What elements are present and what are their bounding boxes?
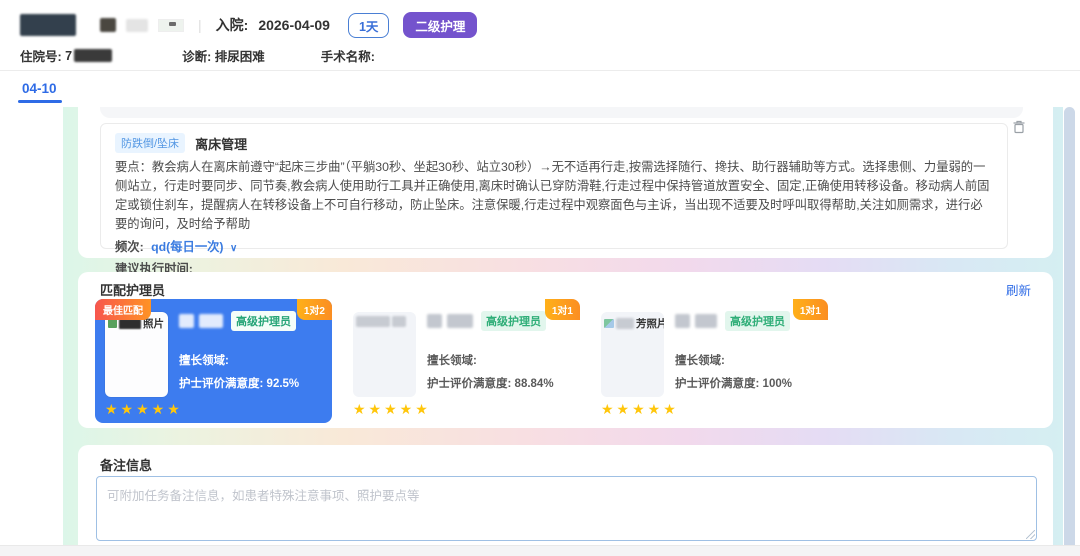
redacted-photo-name xyxy=(356,316,390,327)
match-section-header: 匹配护理员 刷新 xyxy=(100,280,1031,299)
task-category-tag: 防跌倒/坠床 xyxy=(115,133,185,153)
days-badge[interactable]: 1天 xyxy=(348,13,389,38)
best-match-ribbon: 最佳匹配 xyxy=(95,299,151,320)
remarks-section: 备注信息 xyxy=(78,445,1053,545)
caregiver-cards: 最佳匹配 1对2 照片 ★★★★★ 高级 xyxy=(95,299,828,423)
redacted-name-block xyxy=(447,314,473,328)
satisfaction-label: 护士评价满意度: xyxy=(179,378,263,390)
redacted-name-block xyxy=(179,314,194,328)
redacted-patient-info xyxy=(158,19,184,32)
frequency-value[interactable]: qd(每日一次) xyxy=(151,240,223,254)
refresh-button[interactable]: 刷新 xyxy=(1006,280,1031,299)
caregiver-photo: 芳照片 xyxy=(601,312,664,397)
expertise-label: 擅长领域: xyxy=(179,352,326,368)
frequency-label: 频次: xyxy=(115,240,144,254)
task-card-header: 防跌倒/坠床 离床管理 xyxy=(115,133,993,153)
tab-active-underline xyxy=(18,100,62,103)
admission-date: 2026-04-09 xyxy=(258,17,330,33)
expertise-label: 擅长领域: xyxy=(675,352,822,368)
header-divider: | xyxy=(198,17,202,33)
ratio-badge: 1对1 xyxy=(793,299,828,320)
diagnosis-value: 排尿困难 xyxy=(215,46,265,65)
redacted-photo-name xyxy=(119,319,141,329)
satisfaction-row: 护士评价满意度: 92.5% xyxy=(179,375,326,391)
surgery-label: 手术名称: xyxy=(321,46,375,65)
redacted-name-block xyxy=(675,314,690,328)
redacted-patient-gender xyxy=(100,18,116,32)
remarks-textarea[interactable] xyxy=(96,476,1037,541)
tab-04-10[interactable]: 04-10 xyxy=(22,81,57,96)
redacted-photo-name xyxy=(616,318,634,329)
match-section-title: 匹配护理员 xyxy=(100,280,165,299)
redacted-photo-name xyxy=(392,316,406,327)
redacted-patient-name xyxy=(20,14,76,36)
task-frequency-row: 频次: qd(每日一次) ∨ xyxy=(115,237,993,255)
caregiver-card[interactable]: 1对1 芳照片 ★★★★★ 高级护理员 xyxy=(591,299,828,423)
nursing-task-page: | 入院: 2026-04-09 1天 二级护理 住院号: 7 诊断: 排尿困难… xyxy=(0,0,1080,556)
textarea-resize-handle[interactable] xyxy=(1026,530,1035,539)
redacted-patient-age xyxy=(126,19,148,32)
caregiver-card[interactable]: 1对1 ★★★★★ 高级护理员 擅长领 xyxy=(343,299,580,423)
caregiver-level-tag: 高级护理员 xyxy=(231,311,296,331)
satisfaction-label: 护士评价满意度: xyxy=(427,378,511,390)
care-level-badge[interactable]: 二级护理 xyxy=(403,12,477,38)
task-section: 防跌倒/坠床 离床管理 要点：教会病人在离床前遵守“起床三步曲”（平躺30秒、坐… xyxy=(78,107,1053,258)
vertical-scrollbar[interactable] xyxy=(1064,107,1075,556)
redacted-name-block xyxy=(695,314,717,328)
caregiver-info: 高级护理员 擅长领域: 护士评价满意度: 100% xyxy=(675,312,822,391)
hospital-no-prefix: 7 xyxy=(65,49,72,63)
redacted-hospital-no xyxy=(74,49,112,62)
ratio-badge: 1对2 xyxy=(297,299,332,320)
redacted-name-block xyxy=(427,314,442,328)
caregiver-match-section: 匹配护理员 刷新 最佳匹配 1对2 照片 ★★★★★ xyxy=(78,272,1053,428)
diagnosis-label: 诊断: xyxy=(182,46,211,65)
redacted-photo-mark xyxy=(108,319,117,328)
caregiver-level-tag: 高级护理员 xyxy=(725,311,790,331)
satisfaction-value: 88.84% xyxy=(515,378,554,390)
hospital-no-label: 住院号: xyxy=(20,46,62,65)
task-card: 防跌倒/坠床 离床管理 要点：教会病人在离床前遵守“起床三步曲”（平躺30秒、坐… xyxy=(100,123,1008,249)
date-tabbar: 04-10 xyxy=(0,72,1080,107)
expertise-label: 擅长领域: xyxy=(427,352,574,368)
admission-label: 入院: xyxy=(216,15,249,35)
task-title: 离床管理 xyxy=(195,134,247,153)
satisfaction-row: 护士评价满意度: 100% xyxy=(675,375,822,391)
redacted-name-block xyxy=(199,314,223,328)
patient-header-row1: | 入院: 2026-04-09 1天 二级护理 xyxy=(20,12,477,38)
satisfaction-value: 100% xyxy=(763,378,792,390)
satisfaction-row: 护士评价满意度: 88.84% xyxy=(427,375,574,391)
caregiver-info: 高级护理员 擅长领域: 护士评价满意度: 92.5% xyxy=(179,312,326,391)
task-points-text: 要点：教会病人在离床前遵守“起床三步曲”（平躺30秒、坐起30秒、站立30秒）→… xyxy=(115,158,993,234)
star-rating: ★★★★★ xyxy=(601,401,679,418)
footer-band xyxy=(0,545,1080,556)
remarks-input-wrapper xyxy=(96,476,1037,541)
photo-caption: 芳照片 xyxy=(604,316,661,331)
image-placeholder-icon xyxy=(604,319,614,328)
star-rating: ★★★★★ xyxy=(105,401,183,418)
previous-task-card-partial xyxy=(100,107,1023,118)
caregiver-photo: 照片 xyxy=(105,312,168,397)
delete-task-icon[interactable] xyxy=(1011,119,1027,135)
photo-caption xyxy=(356,316,413,327)
caregiver-info: 高级护理员 擅长领域: 护士评价满意度: 88.84% xyxy=(427,312,574,391)
caregiver-level-tag: 高级护理员 xyxy=(481,311,546,331)
patient-header-row2: 住院号: 7 诊断: 排尿困难 手术名称: xyxy=(20,46,375,65)
remarks-title: 备注信息 xyxy=(100,455,152,474)
patient-header: | 入院: 2026-04-09 1天 二级护理 住院号: 7 诊断: 排尿困难… xyxy=(0,0,1080,71)
caregiver-photo xyxy=(353,312,416,397)
caregiver-card-selected[interactable]: 最佳匹配 1对2 照片 ★★★★★ 高级 xyxy=(95,299,332,423)
chevron-down-icon[interactable]: ∨ xyxy=(230,243,237,254)
satisfaction-label: 护士评价满意度: xyxy=(675,378,759,390)
star-rating: ★★★★★ xyxy=(353,401,431,418)
satisfaction-value: 92.5% xyxy=(267,378,300,390)
content-area: 防跌倒/坠床 离床管理 要点：教会病人在离床前遵守“起床三步曲”（平躺30秒、坐… xyxy=(63,107,1063,545)
photo-caption-text: 芳照片 xyxy=(636,316,664,331)
ratio-badge: 1对1 xyxy=(545,299,580,320)
